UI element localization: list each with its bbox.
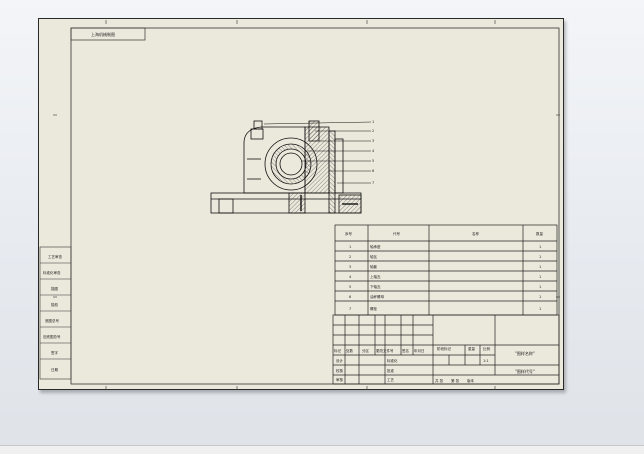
drawing-name: "图样名称" — [515, 350, 535, 356]
drawing-text: 比例 — [483, 346, 491, 351]
bom-header: 序号 — [345, 231, 353, 236]
drawing-text: 签名 — [402, 348, 409, 353]
drawing-text: 2 — [349, 255, 351, 259]
bom-table — [334, 224, 558, 316]
drawing-text: 下轴瓦 — [370, 284, 381, 289]
drawing-viewport[interactable]: 上海机械制图 工艺审查 标准化审查 描图 描校 底图总号 旧底图总号 签字 日期 — [0, 0, 644, 445]
drawing-text: 4 — [372, 149, 375, 153]
drawing-text: 5 — [372, 159, 374, 163]
drawing-text: 轴套 — [370, 264, 378, 269]
drawing-text: 6 — [349, 295, 351, 299]
table-row: 7 螺栓 1 — [349, 306, 541, 311]
side-label: 日期 — [51, 367, 58, 372]
drawing-text: 标记 — [334, 348, 342, 353]
drawing-text: 1 — [349, 245, 351, 249]
drawing-text: 油杯螺母 — [370, 294, 384, 299]
drawing-text: 5 — [349, 285, 351, 289]
drawing-text: 第 张 — [451, 378, 460, 383]
drawing-text: 设计 — [336, 358, 344, 363]
drawing-text: 工艺 — [387, 377, 395, 382]
table-row: 2 轴瓦 1 — [349, 254, 541, 259]
drawing-text: 版本 — [467, 378, 475, 383]
table-row: 1 轴承座 1 — [349, 244, 541, 249]
drawing-text: 1 — [539, 275, 541, 279]
table-row: 5 下轴瓦 1 — [349, 284, 541, 289]
drawing-text: 4 — [349, 275, 352, 279]
side-label: 描图 — [51, 286, 58, 291]
sheet-tab-label: 上海机械制图 — [91, 31, 115, 37]
drawing-text: 1 — [539, 265, 541, 269]
drawing-text: 1 — [539, 295, 541, 299]
table-row: 6 油杯螺母 1 — [349, 294, 541, 299]
drawing-text: 1 — [372, 120, 374, 124]
drawing-sheet[interactable]: 上海机械制图 工艺审查 标准化审查 描图 描校 底图总号 旧底图总号 签字 日期 — [38, 18, 564, 390]
drawing-text: 共 张 — [435, 378, 444, 383]
bearing-housing-section-view: 1 2 3 4 5 6 7 — [210, 120, 375, 214]
table-row: 4 上轴瓦 1 — [349, 274, 541, 279]
drawing-text: 3 — [372, 139, 374, 143]
drawing-text: 批准 — [387, 368, 395, 373]
drawing-text: 分区 — [362, 348, 370, 353]
side-label: 标准化审查 — [43, 270, 61, 275]
drawing-text: 螺栓 — [370, 306, 378, 311]
drawing-text: 7 — [372, 181, 374, 185]
side-label: 底图总号 — [45, 318, 59, 323]
table-row: 3 轴套 1 — [349, 264, 541, 269]
drawing-canvas: 上海机械制图 工艺审查 标准化审查 描图 描校 底图总号 旧底图总号 签字 日期 — [39, 20, 560, 390]
inner-frame — [70, 27, 560, 385]
drawing-text: 处数 — [346, 348, 354, 353]
bom-header: 名称 — [472, 231, 480, 236]
title-block-text: 标记 处数 分区 更改文件号 签名 年月日 设计 校核 审核 标准化 批准 工艺… — [334, 346, 535, 383]
drawing-text: 1 — [539, 255, 541, 259]
drawing-text: 轴承座 — [370, 244, 381, 249]
drawing-text: 轴瓦 — [370, 254, 378, 259]
side-label: 签字 — [51, 350, 58, 355]
drawing-code: "图样代号" — [515, 368, 535, 374]
drawing-text: 标准化 — [387, 358, 398, 363]
side-label-column — [39, 246, 72, 380]
bom-header: 数量 — [536, 231, 544, 236]
bom-header: 代号 — [393, 231, 401, 236]
drawing-text: 重量 — [468, 346, 476, 351]
drawing-text: 3 — [349, 265, 351, 269]
drawing-text: 1 — [539, 245, 541, 249]
side-label: 工艺审查 — [48, 254, 62, 259]
drawing-text: 1:1 — [483, 359, 489, 363]
drawing-text: 7 — [349, 307, 351, 311]
drawing-text: 年月日 — [414, 348, 425, 353]
drawing-text: 审核 — [336, 377, 344, 382]
drawing-text: 上轴瓦 — [370, 274, 381, 279]
drawing-text: 6 — [372, 169, 374, 173]
drawing-text: 1 — [539, 307, 541, 311]
drawing-text: 1 — [539, 285, 541, 289]
drawing-text: 更改文件号 — [376, 348, 394, 353]
side-label: 旧底图总号 — [43, 334, 61, 339]
drawing-text: 2 — [372, 129, 374, 133]
drawing-text: 阶段标记 — [437, 346, 451, 351]
side-label: 描校 — [51, 302, 58, 307]
drawing-text: 校核 — [336, 368, 344, 373]
zone-ticks — [53, 20, 560, 390]
